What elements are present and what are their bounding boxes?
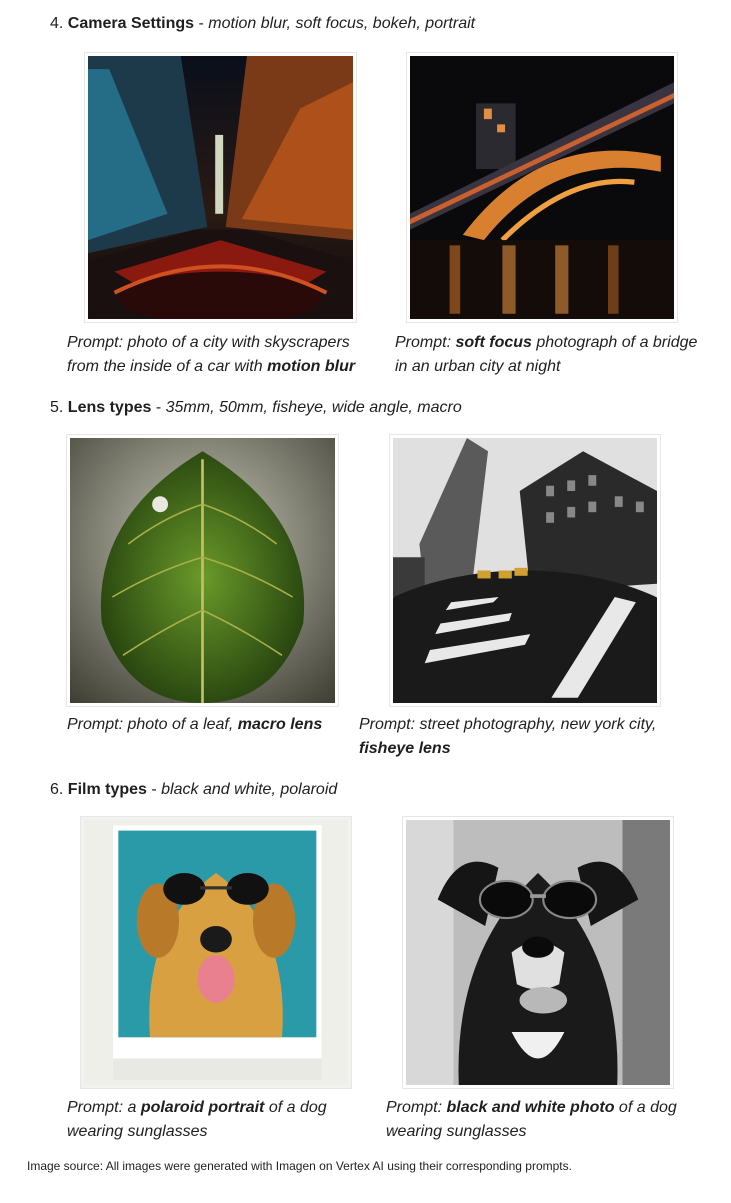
image-source-note: Image source: All images were generated … xyxy=(27,1159,572,1173)
bridge-soft-focus-photo xyxy=(406,52,678,323)
section-heading-film-types: 6. Film types - black and white, polaroi… xyxy=(50,781,338,798)
section-subtitle: motion blur, soft focus, bokeh, portrait xyxy=(208,15,476,32)
caption-black-white: Prompt: black and white photo of a dog w… xyxy=(386,1099,677,1140)
section-title: Lens types xyxy=(67,399,152,416)
street-fisheye-photo xyxy=(389,434,661,707)
dog-polaroid-photo xyxy=(80,816,352,1089)
leaf-macro-photo xyxy=(66,434,339,707)
section-heading-lens-types: 5. Lens types - 35mm, 50mm, fisheye, wid… xyxy=(50,399,462,416)
section-number: 6. xyxy=(50,781,64,798)
section-number: 5. xyxy=(50,399,64,416)
section-subtitle: black and white, polaroid xyxy=(161,781,338,798)
caption-fisheye-lens: Prompt: street photography, new york cit… xyxy=(359,716,657,757)
caption-motion-blur: Prompt: photo of a city with skyscrapers… xyxy=(67,334,356,375)
section-number: 4. xyxy=(50,15,64,32)
caption-soft-focus: Prompt: soft focus photograph of a bridg… xyxy=(395,334,698,375)
section-title: Camera Settings xyxy=(67,15,195,32)
section-subtitle: 35mm, 50mm, fisheye, wide angle, macro xyxy=(165,399,462,416)
caption-polaroid: Prompt: a polaroid portrait of a dog wea… xyxy=(67,1099,327,1140)
caption-macro-lens: Prompt: photo of a leaf, macro lens xyxy=(67,716,323,733)
city-motion-blur-photo xyxy=(84,52,357,323)
section-heading-camera-settings: 4. Camera Settings - motion blur, soft f… xyxy=(50,15,476,32)
dog-black-white-photo xyxy=(402,816,674,1089)
section-title: Film types xyxy=(67,781,147,798)
